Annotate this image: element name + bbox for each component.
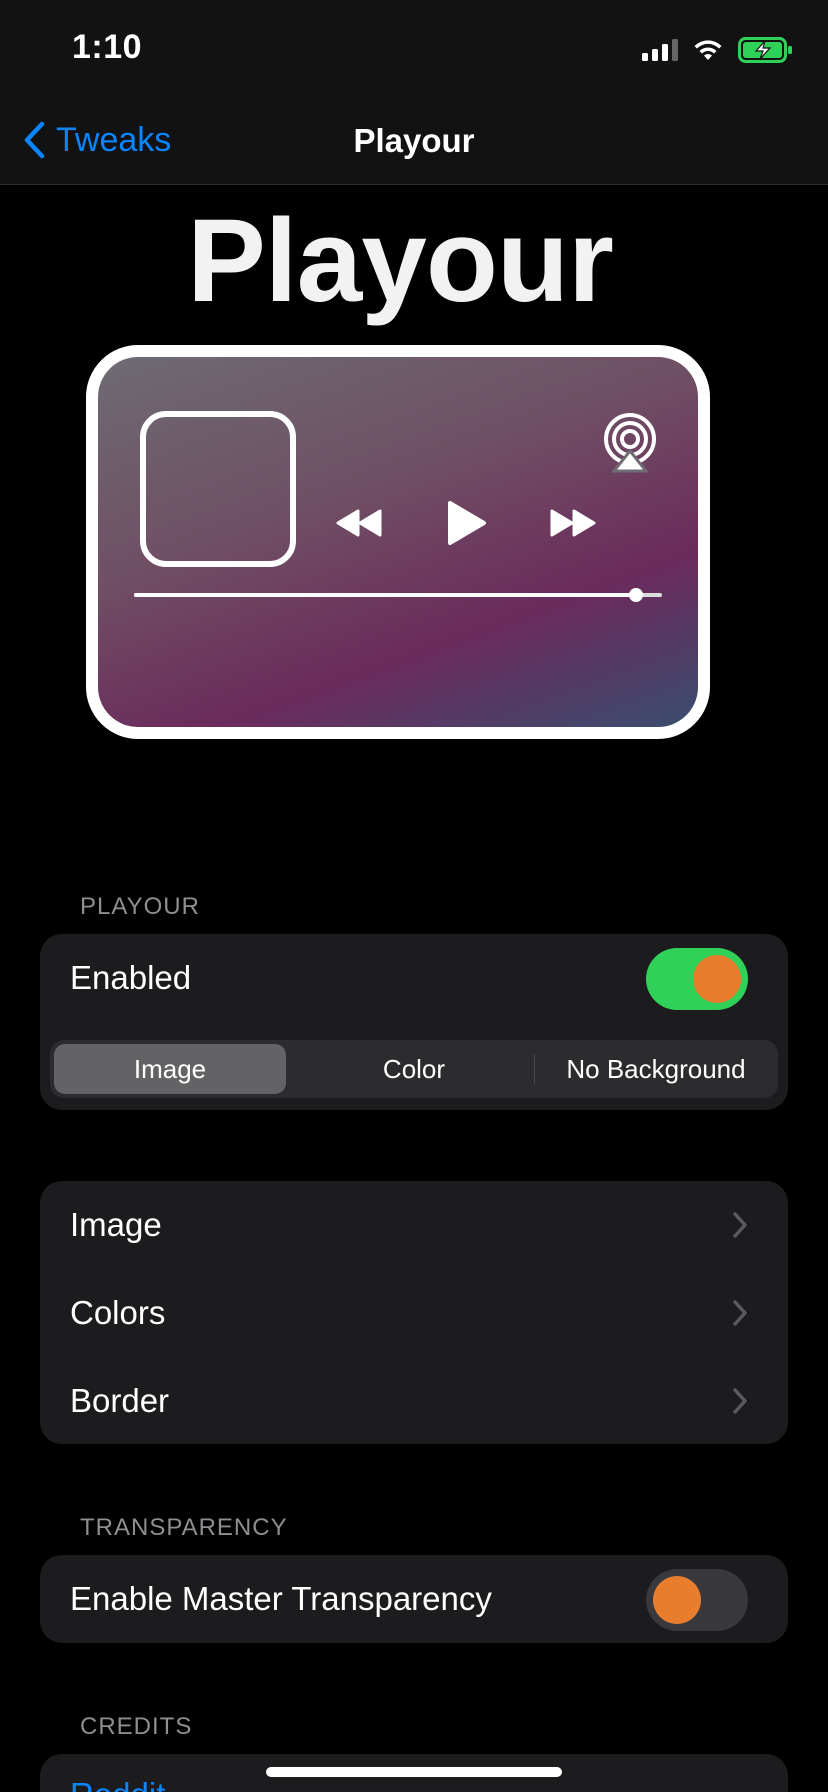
play-icon: [448, 501, 486, 545]
album-art-placeholder: [140, 411, 296, 567]
header-banner: Playour: [0, 185, 828, 805]
segment-no-background[interactable]: No Background: [540, 1044, 772, 1094]
status-time: 1:10: [72, 28, 143, 66]
navigation-bar: Tweaks Playour: [0, 100, 828, 185]
section-header-credits: CREDITS: [80, 1713, 193, 1740]
background-mode-segmented-control: Image Color No Background: [50, 1040, 778, 1098]
progress-knob: [628, 588, 643, 602]
page-title: Playour: [353, 122, 475, 159]
toggle-knob: [653, 1576, 701, 1624]
image-row[interactable]: Image: [40, 1181, 788, 1269]
enabled-toggle[interactable]: [646, 948, 748, 1010]
playour-group: Enabled Image Color No Background: [40, 934, 788, 1110]
status-bar: 1:10: [0, 0, 828, 100]
border-row[interactable]: Border: [40, 1357, 788, 1444]
battery-charging-icon: [738, 37, 792, 63]
chevron-right-icon: [733, 1300, 747, 1326]
colors-row[interactable]: Colors: [40, 1269, 788, 1357]
progress-fill: [134, 593, 636, 597]
segment-color[interactable]: Color: [298, 1044, 530, 1094]
master-transparency-label: Enable Master Transparency: [70, 1580, 492, 1617]
options-group: Image Colors Border: [40, 1181, 788, 1444]
border-row-label: Border: [70, 1382, 170, 1419]
credits-reddit-link[interactable]: Reddit: [70, 1776, 165, 1792]
master-transparency-toggle[interactable]: [646, 1569, 748, 1631]
image-row-label: Image: [70, 1206, 162, 1243]
playback-progress-bar: [134, 588, 662, 602]
home-indicator[interactable]: [266, 1767, 562, 1777]
playback-controls: [334, 499, 598, 547]
rewind-icon: [336, 509, 382, 537]
transparency-group: Enable Master Transparency: [40, 1555, 788, 1643]
segment-divider: [534, 1054, 535, 1084]
wifi-icon: [694, 40, 722, 60]
master-transparency-row: Enable Master Transparency: [40, 1555, 788, 1643]
cellular-signal-icon: [642, 39, 678, 61]
enabled-label: Enabled: [70, 959, 192, 996]
section-header-transparency: TRANSPARENCY: [80, 1514, 288, 1541]
airplay-audio-icon: [604, 413, 656, 473]
colors-row-label: Colors: [70, 1294, 166, 1331]
status-icons: [642, 36, 794, 64]
chevron-right-icon: [733, 1388, 747, 1414]
settings-screen: 1:10 Tweaks Playour Playour PLAYOUR Enab…: [0, 0, 828, 1792]
fast-forward-icon: [550, 509, 596, 537]
chevron-right-icon: [733, 1212, 747, 1238]
banner-title: Playour: [187, 195, 614, 327]
enabled-row: Enabled: [40, 934, 788, 1022]
segment-image[interactable]: Image: [54, 1044, 286, 1094]
section-header-playour: PLAYOUR: [80, 893, 200, 920]
toggle-knob: [693, 955, 741, 1003]
media-player-preview: [86, 345, 710, 739]
